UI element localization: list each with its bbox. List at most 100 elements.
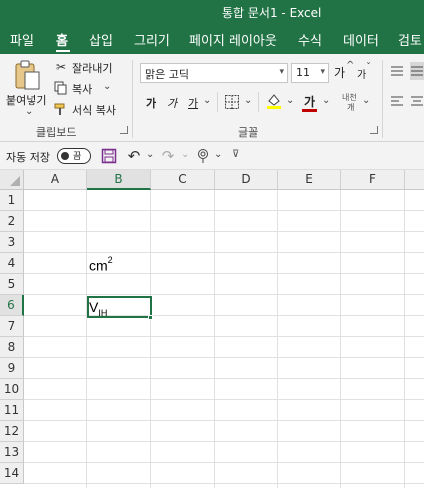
format-painter-label[interactable]: 서식 복사 [72, 102, 116, 118]
window-title: 통합 문서1 - Excel [222, 6, 322, 20]
cut-icon[interactable]: ✂ [54, 60, 68, 74]
underline-button[interactable]: 가 [188, 95, 198, 111]
gridline [150, 190, 151, 488]
font-color-button[interactable]: 가 [304, 93, 315, 110]
paste-dropdown-icon[interactable]: ⌄ [25, 106, 33, 117]
phonetic-dropdown-icon[interactable]: ⌄ [362, 95, 370, 106]
row-header-3[interactable]: 3 [0, 232, 24, 253]
align-left-icon[interactable] [390, 94, 404, 108]
column-header-c[interactable]: C [151, 170, 215, 190]
undo-icon[interactable]: ↶ [126, 147, 142, 165]
row-header-5[interactable]: 5 [0, 274, 24, 295]
clipboard-group-label: 클립보드 [36, 126, 77, 139]
font-color-dropdown-icon[interactable]: ⌄ [322, 95, 330, 106]
column-header-b[interactable]: B [87, 170, 151, 190]
gridline [24, 336, 424, 337]
tab-formulas[interactable]: 수식 [298, 30, 322, 49]
gridline [24, 462, 424, 463]
column-header-d[interactable]: D [215, 170, 278, 190]
copy-label[interactable]: 복사 [72, 81, 92, 97]
row-header-12[interactable]: 12 [0, 421, 24, 442]
column-header-e[interactable]: E [278, 170, 341, 190]
borders-dropdown-icon[interactable]: ⌄ [244, 95, 252, 106]
gridline [24, 441, 424, 442]
active-cell-border [87, 296, 152, 318]
active-tab-indicator [56, 50, 70, 52]
redo-dropdown-icon[interactable]: ⌄ [181, 149, 189, 160]
row-header-13[interactable]: 13 [0, 442, 24, 463]
row-header-14[interactable]: 14 [0, 463, 24, 484]
align-center-icon[interactable] [410, 94, 424, 108]
grow-font-arrow-icon: ^ [346, 60, 355, 71]
fill-color-dropdown-icon[interactable]: ⌄ [286, 95, 294, 106]
column-header-partial[interactable] [405, 170, 424, 190]
align-middle-icon[interactable] [410, 62, 424, 80]
gridline [24, 273, 424, 274]
format-painter-icon[interactable] [54, 102, 68, 116]
select-all-triangle-icon [10, 176, 20, 186]
row-header-2[interactable]: 2 [0, 211, 24, 232]
fill-handle[interactable] [148, 315, 153, 320]
italic-button[interactable]: 가 [167, 95, 177, 111]
autosave-toggle[interactable]: 끔 [57, 148, 91, 164]
ribbon-home: 붙여넣기 ⌄ ✂ 잘라내기 복사 ⌄ 서식 복사 클립보드 맑은 고딕 ▾ 11… [0, 54, 424, 142]
row-header-1[interactable]: 1 [0, 190, 24, 211]
row-header-6[interactable]: 6 [0, 295, 24, 316]
customize-qat-icon[interactable]: ⊽ [232, 149, 239, 160]
quick-access-toolbar: 자동 저장 끔 ↶ ⌄ ↷ ⌄ ⌄ ⊽ [0, 142, 424, 170]
chevron-down-icon: ▾ [279, 67, 284, 77]
worksheet-grid[interactable]: A B C D E F 1 2 3 4 5 6 7 8 9 10 11 12 1… [0, 170, 424, 488]
font-size-combo[interactable]: 11 ▾ [291, 63, 329, 83]
row-header-9[interactable]: 9 [0, 358, 24, 379]
undo-dropdown-icon[interactable]: ⌄ [146, 149, 154, 160]
tab-page-layout[interactable]: 페이지 레이아웃 [189, 30, 277, 49]
row-header-8[interactable]: 8 [0, 337, 24, 358]
column-header-a[interactable]: A [24, 170, 87, 190]
grow-font-button[interactable]: 가 [334, 64, 345, 81]
tab-file[interactable]: 파일 [10, 30, 34, 49]
underline-dropdown-icon[interactable]: ⌄ [203, 95, 211, 106]
row-header-7[interactable]: 7 [0, 316, 24, 337]
row-header-4[interactable]: 4 [0, 253, 24, 274]
bold-button[interactable]: 가 [146, 95, 156, 111]
tab-draw[interactable]: 그리기 [134, 30, 170, 49]
save-icon[interactable] [101, 148, 117, 164]
ribbon-separator [217, 92, 218, 112]
shrink-font-button[interactable]: 가 [357, 66, 366, 81]
row-header-11[interactable]: 11 [0, 400, 24, 421]
touch-mode-icon[interactable] [195, 148, 211, 164]
select-all-button[interactable] [0, 170, 24, 190]
font-launcher-icon[interactable] [370, 126, 378, 134]
fill-color-icon[interactable] [266, 92, 282, 110]
column-header-f[interactable]: F [341, 170, 405, 190]
tab-review[interactable]: 검토 [398, 30, 422, 49]
font-name-combo[interactable]: 맑은 고딕 ▾ [140, 63, 288, 83]
chevron-down-icon: ▾ [320, 67, 325, 77]
font-name-value: 맑은 고딕 [145, 68, 189, 81]
touch-mode-dropdown-icon[interactable]: ⌄ [214, 149, 222, 160]
align-top-icon[interactable] [390, 64, 404, 78]
gridline [24, 483, 424, 484]
gridline [404, 190, 405, 488]
tab-home[interactable]: 홈 [56, 30, 68, 49]
tab-data[interactable]: 데이터 [343, 30, 379, 49]
clipboard-launcher-icon[interactable] [120, 126, 128, 134]
font-group-label: 글꼴 [238, 126, 259, 139]
gridline [214, 190, 215, 488]
title-bar: 통합 문서1 - Excel [0, 0, 424, 24]
redo-icon[interactable]: ↷ [160, 147, 176, 165]
row-header-10[interactable]: 10 [0, 379, 24, 400]
cell-b4[interactable]: cm2 [89, 255, 113, 274]
phonetic-icon: 개 [347, 103, 355, 112]
tab-insert[interactable]: 삽입 [89, 30, 113, 49]
ribbon-separator [132, 60, 133, 138]
borders-icon[interactable] [224, 94, 240, 110]
gridline [24, 420, 424, 421]
cut-label[interactable]: 잘라내기 [72, 60, 112, 76]
paste-icon[interactable] [12, 58, 42, 92]
copy-icon[interactable] [54, 81, 68, 95]
gridline [340, 190, 341, 488]
font-size-value: 11 [296, 66, 310, 79]
shrink-font-arrow-icon: ˇ [366, 62, 371, 73]
copy-dropdown-icon[interactable]: ⌄ [103, 81, 111, 92]
